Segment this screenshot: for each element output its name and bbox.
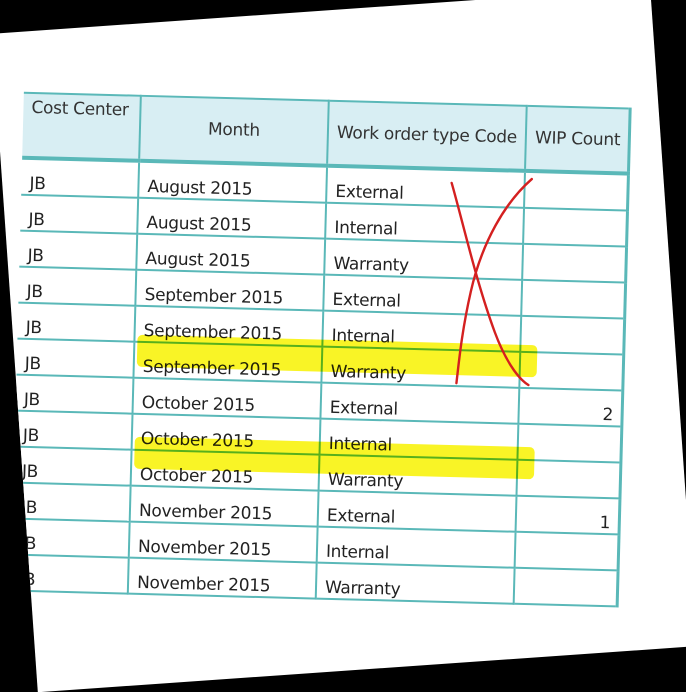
cost-center-cell: JB bbox=[10, 554, 129, 594]
cost-center-cell: JB bbox=[13, 446, 132, 486]
work-order-type-cell: External bbox=[320, 382, 520, 424]
wip-count-cell bbox=[520, 315, 626, 355]
wip-count-cell bbox=[516, 459, 622, 499]
month-cell: August 2015 bbox=[136, 233, 326, 275]
month-cell: October 2015 bbox=[130, 449, 320, 491]
work-order-type-cell: Warranty bbox=[318, 454, 518, 496]
month-cell: November 2015 bbox=[129, 485, 319, 527]
month-cell: September 2015 bbox=[133, 341, 323, 383]
header-work-order-type[interactable]: Work order type Code bbox=[327, 100, 527, 171]
month-cell: October 2015 bbox=[132, 377, 322, 419]
cost-center-cell: JB bbox=[18, 266, 137, 306]
wip-count-cell bbox=[517, 423, 623, 463]
cost-center-cell: JB bbox=[15, 374, 134, 414]
work-order-type-cell: Internal bbox=[325, 202, 525, 244]
month-cell: November 2015 bbox=[127, 557, 317, 599]
month-cell: September 2015 bbox=[134, 305, 324, 347]
month-cell: August 2015 bbox=[138, 160, 328, 203]
cost-center-cell: JB bbox=[17, 302, 136, 342]
work-order-type-cell: Internal bbox=[322, 310, 522, 352]
wip-count-cell bbox=[519, 351, 625, 391]
header-wip-count[interactable]: WIP Count bbox=[525, 105, 631, 174]
table-body: JB August 2015 External JB August 2015 Intern… bbox=[10, 157, 629, 607]
wip-count-cell: 1 bbox=[515, 495, 621, 535]
work-order-type-cell: Warranty bbox=[321, 346, 521, 388]
work-order-type-cell: Warranty bbox=[324, 238, 524, 280]
wip-count-cell bbox=[522, 243, 627, 283]
month-cell: November 2015 bbox=[128, 521, 318, 563]
wip-count-cell bbox=[523, 207, 628, 247]
cost-center-cell: JB bbox=[11, 518, 130, 558]
wip-table: Cost Center Month Work order type Code W… bbox=[10, 91, 633, 608]
work-order-type-cell: Internal bbox=[319, 418, 519, 460]
wip-count-cell bbox=[514, 531, 620, 571]
month-cell: August 2015 bbox=[137, 197, 327, 239]
report-sheet: Cost Center Month Work order type Code W… bbox=[10, 91, 633, 608]
month-cell: October 2015 bbox=[131, 413, 321, 455]
work-order-type-cell: External bbox=[326, 165, 526, 208]
photo-background: Cost Center Month Work order type Code W… bbox=[0, 0, 686, 692]
work-order-type-cell: External bbox=[323, 274, 523, 316]
work-order-type-cell: Internal bbox=[316, 526, 516, 568]
work-order-type-cell: External bbox=[317, 490, 517, 532]
wip-count-cell: 2 bbox=[518, 387, 624, 427]
wip-count-cell bbox=[521, 279, 626, 319]
work-order-type-cell: Warranty bbox=[315, 562, 515, 604]
wip-count-cell bbox=[524, 170, 629, 211]
header-cost-center[interactable]: Cost Center bbox=[22, 92, 141, 161]
cost-center-cell: JB bbox=[14, 410, 133, 450]
cost-center-cell: JB bbox=[16, 338, 135, 378]
header-month[interactable]: Month bbox=[139, 95, 329, 166]
cost-center-cell: JB bbox=[21, 157, 140, 198]
cost-center-cell: JB bbox=[20, 194, 139, 234]
cost-center-cell: JB bbox=[19, 230, 138, 270]
month-cell: September 2015 bbox=[135, 269, 325, 311]
wip-count-cell bbox=[513, 567, 619, 607]
cost-center-cell: JB bbox=[12, 482, 131, 522]
